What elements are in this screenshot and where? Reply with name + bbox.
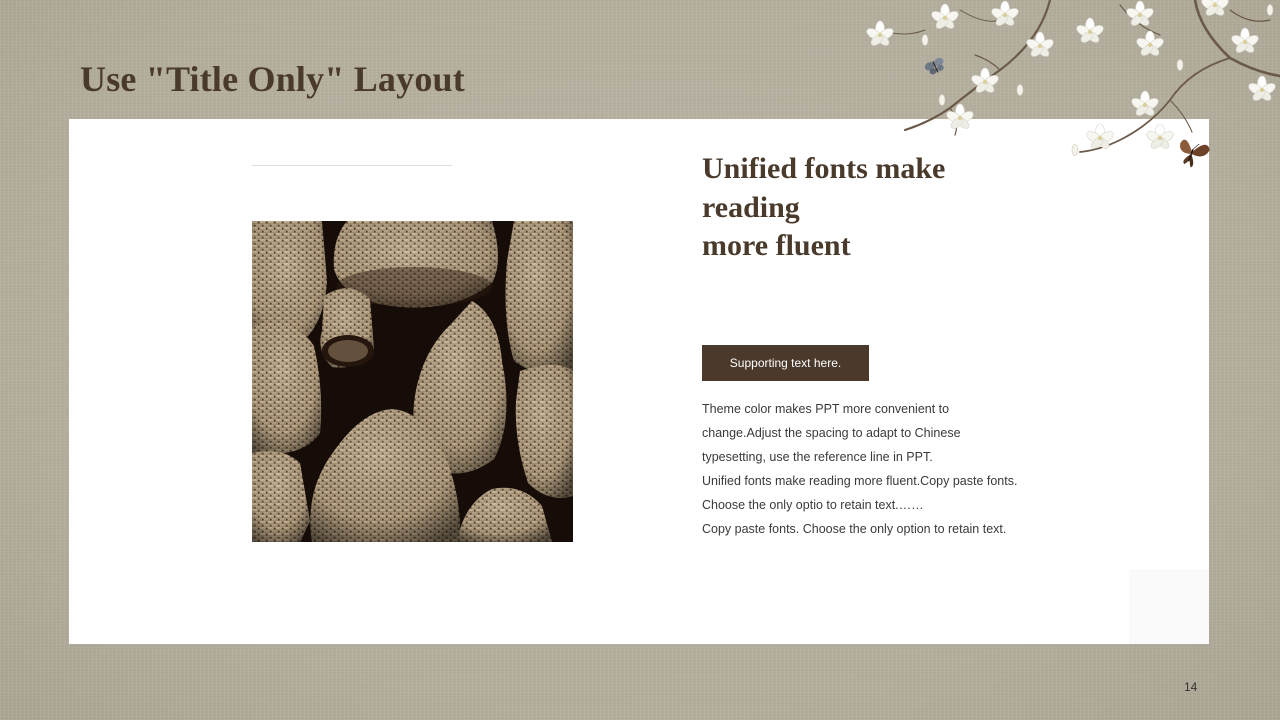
heading-line: reading <box>702 190 800 224</box>
body-line: typesetting, use the reference line in P… <box>702 450 933 464</box>
body-line: Choose the only optio to retain text.…… <box>702 498 924 512</box>
body-line: Unified fonts make reading more fluent.C… <box>702 474 1018 488</box>
body-line: Copy paste fonts. Choose the only option… <box>702 522 1007 536</box>
decorative-square <box>1129 569 1209 644</box>
heading-line: Unified fonts make <box>702 152 946 185</box>
slide-title: Use "Title Only" Layout <box>80 59 465 99</box>
supporting-text-label: Supporting text here. <box>702 345 869 381</box>
heading-line: more fluent <box>702 229 851 262</box>
body-line: Theme color makes PPT more convenient to <box>702 402 950 416</box>
basket-photo <box>252 221 573 542</box>
decorative-divider <box>252 165 452 166</box>
section-heading: Unified fonts make reading more fluent <box>702 150 1062 266</box>
page-number: 14 <box>1184 680 1198 694</box>
woven-baskets-image-icon <box>252 221 573 542</box>
butterfly-icon <box>924 57 944 75</box>
body-paragraph: Theme color makes PPT more convenient to… <box>702 397 1082 541</box>
body-line: change.Adjust the spacing to adapt to Ch… <box>702 426 961 440</box>
